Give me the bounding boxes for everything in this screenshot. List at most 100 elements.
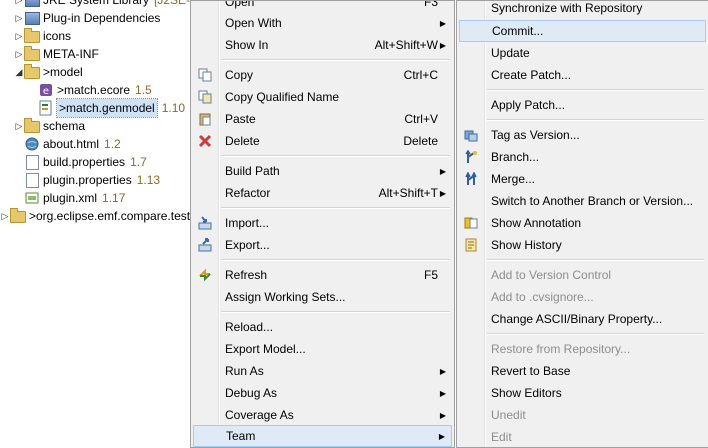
tree-item-match-genmodel[interactable]: >match.genmodel 1.10 bbox=[38, 98, 185, 118]
annotation-icon bbox=[463, 215, 479, 231]
menu-separator bbox=[221, 59, 450, 61]
menu-item-export-model[interactable]: Export Model... bbox=[193, 338, 452, 360]
tree-item-schema[interactable]: ▷ schema bbox=[14, 117, 85, 135]
menu-item-run-as[interactable]: Run As ▶ bbox=[193, 360, 452, 382]
menu-item-restore-from-repository[interactable]: Restore from Repository... bbox=[459, 338, 706, 360]
menu-item-reload[interactable]: Reload... bbox=[193, 316, 452, 338]
tree-item-version: 1.5 bbox=[135, 83, 152, 97]
tree-item-label: about.html bbox=[43, 137, 100, 151]
tree-item-label: Plug-in Dependencies bbox=[43, 11, 161, 25]
menu-item-merge[interactable]: Merge... bbox=[459, 168, 706, 190]
xml-file-icon bbox=[24, 190, 40, 206]
expand-icon[interactable]: ▷ bbox=[14, 0, 24, 9]
tree-item-label: JRE System Library bbox=[43, 0, 150, 7]
tree-item-build-properties[interactable]: build.properties 1.7 bbox=[24, 153, 147, 171]
expand-icon[interactable]: ▷ bbox=[14, 45, 24, 63]
menu-item-revert-to-base[interactable]: Revert to Base bbox=[459, 360, 706, 382]
expand-icon[interactable]: ▷ bbox=[0, 207, 10, 225]
project-icon bbox=[10, 208, 26, 224]
tree-item-label: icons bbox=[43, 29, 72, 43]
menu-item-copy[interactable]: Copy Ctrl+C bbox=[193, 64, 452, 86]
menu-item-show-editors[interactable]: Show Editors bbox=[459, 382, 706, 404]
menu-item-change-ascii-binary[interactable]: Change ASCII/Binary Property... bbox=[459, 308, 706, 330]
menu-item-export[interactable]: Export... bbox=[193, 234, 452, 256]
menu-item-show-annotation[interactable]: Show Annotation bbox=[459, 212, 706, 234]
tree-item-match-ecore[interactable]: e >match.ecore 1.5 bbox=[38, 81, 152, 99]
menu-item-refresh[interactable]: Refresh F5 bbox=[193, 264, 452, 286]
tree-item-version: [J2SE-1.5] bbox=[154, 0, 190, 7]
menu-item-commit[interactable]: Commit... bbox=[459, 20, 706, 42]
menu-item-create-patch[interactable]: Create Patch... bbox=[459, 64, 706, 86]
menu-item-add-to-cvsignore[interactable]: Add to .cvsignore... bbox=[459, 286, 706, 308]
properties-file-icon bbox=[24, 172, 40, 188]
copy-qualified-icon bbox=[197, 89, 213, 105]
expand-icon[interactable]: ▷ bbox=[14, 9, 24, 27]
menu-item-open-with[interactable]: Open With ▶ bbox=[193, 12, 452, 34]
menu-separator bbox=[221, 155, 450, 157]
menu-item-edit[interactable]: Edit bbox=[459, 426, 706, 447]
tree-item-icons[interactable]: ▷ icons bbox=[14, 27, 71, 45]
tree-item-label: >match.ecore bbox=[57, 83, 131, 97]
collapse-icon[interactable]: ◢ bbox=[14, 63, 24, 81]
tree-item-jre-system-library[interactable]: ▷ JRE System Library [J2SE-1.5] bbox=[14, 0, 190, 9]
delete-icon bbox=[197, 133, 213, 149]
menu-item-build-path[interactable]: Build Path ▶ bbox=[193, 160, 452, 182]
menu-item-import[interactable]: Import... bbox=[193, 212, 452, 234]
menu-item-copy-qualified-name[interactable]: Copy Qualified Name bbox=[193, 86, 452, 108]
submenu-arrow-icon: ▶ bbox=[439, 410, 446, 420]
menu-item-apply-patch[interactable]: Apply Patch... bbox=[459, 94, 706, 116]
submenu-arrow-icon: ▶ bbox=[438, 431, 445, 441]
menu-item-update[interactable]: Update bbox=[459, 42, 706, 64]
menu-item-tag-as-version[interactable]: Tag as Version... bbox=[459, 124, 706, 146]
team-submenu: Synchronize with Repository Commit... Up… bbox=[456, 0, 708, 448]
menu-item-add-to-version-control[interactable]: Add to Version Control bbox=[459, 264, 706, 286]
menu-item-delete[interactable]: Delete Delete bbox=[193, 130, 452, 152]
menu-separator bbox=[487, 333, 704, 335]
expand-icon[interactable]: ▷ bbox=[14, 117, 24, 135]
tree-item-model[interactable]: ◢ >model bbox=[14, 63, 83, 81]
folder-icon bbox=[24, 118, 40, 134]
expand-icon[interactable]: ▷ bbox=[14, 27, 24, 45]
submenu-arrow-icon: ▶ bbox=[439, 388, 446, 398]
menu-separator bbox=[221, 259, 450, 261]
menu-item-switch-branch[interactable]: Switch to Another Branch or Version... bbox=[459, 190, 706, 212]
menu-item-branch[interactable]: Branch... bbox=[459, 146, 706, 168]
tree-item-version: 1.13 bbox=[136, 173, 161, 187]
tree-item-label: plugin.properties bbox=[43, 173, 132, 187]
tree-item-version: 1.7 bbox=[130, 155, 147, 169]
tree-item-label: >org.eclipse.emf.compare.tests bbox=[29, 209, 190, 223]
refresh-icon bbox=[197, 267, 213, 283]
paste-icon bbox=[197, 111, 213, 127]
submenu-arrow-icon: ▶ bbox=[439, 188, 446, 198]
context-menu: Open F3 Open With ▶ Show In Alt+Shift+W … bbox=[190, 0, 455, 448]
tree-item-plugin-dependencies[interactable]: ▷ Plug-in Dependencies bbox=[14, 9, 161, 27]
menu-item-unedit[interactable]: Unedit bbox=[459, 404, 706, 426]
menu-separator bbox=[487, 119, 704, 121]
tree-item-emf-compare-tests[interactable]: ▷ >org.eclipse.emf.compare.tests bbox=[0, 207, 190, 225]
tree-item-label: >model bbox=[43, 65, 83, 79]
genmodel-file-icon bbox=[38, 100, 54, 116]
tree-item-plugin-properties[interactable]: plugin.properties 1.13 bbox=[24, 171, 160, 189]
menu-item-synchronize[interactable]: Synchronize with Repository bbox=[459, 1, 706, 19]
tree-item-version: 1.17 bbox=[102, 191, 126, 205]
menu-item-show-in[interactable]: Show In Alt+Shift+W ▶ bbox=[193, 34, 452, 56]
history-icon bbox=[463, 237, 479, 253]
tree-item-about-html[interactable]: about.html 1.2 bbox=[24, 135, 121, 153]
tree-item-plugin-xml[interactable]: plugin.xml 1.17 bbox=[24, 189, 125, 207]
export-icon bbox=[197, 237, 213, 253]
tree-item-label: build.properties bbox=[43, 155, 126, 169]
menu-item-refactor[interactable]: Refactor Alt+Shift+T ▶ bbox=[193, 182, 452, 204]
tree-item-label: schema bbox=[43, 119, 86, 133]
menu-item-debug-as[interactable]: Debug As ▶ bbox=[193, 382, 452, 404]
menu-item-team[interactable]: Team ▶ bbox=[193, 425, 452, 447]
submenu-arrow-icon: ▶ bbox=[439, 366, 446, 376]
tree-item-label: plugin.xml bbox=[43, 191, 98, 205]
html-file-icon bbox=[24, 136, 40, 152]
menu-item-paste[interactable]: Paste Ctrl+V bbox=[193, 108, 452, 130]
menu-item-show-history[interactable]: Show History bbox=[459, 234, 706, 256]
menu-item-assign-working-sets[interactable]: Assign Working Sets... bbox=[193, 286, 452, 308]
tree-item-version: 1.2 bbox=[104, 137, 121, 151]
tree-item-meta-inf[interactable]: ▷ META-INF bbox=[14, 45, 99, 63]
package-explorer-tree: ▷ JRE System Library [J2SE-1.5] ▷ Plug-i… bbox=[0, 0, 190, 448]
menu-item-coverage-as[interactable]: Coverage As ▶ bbox=[193, 404, 452, 426]
